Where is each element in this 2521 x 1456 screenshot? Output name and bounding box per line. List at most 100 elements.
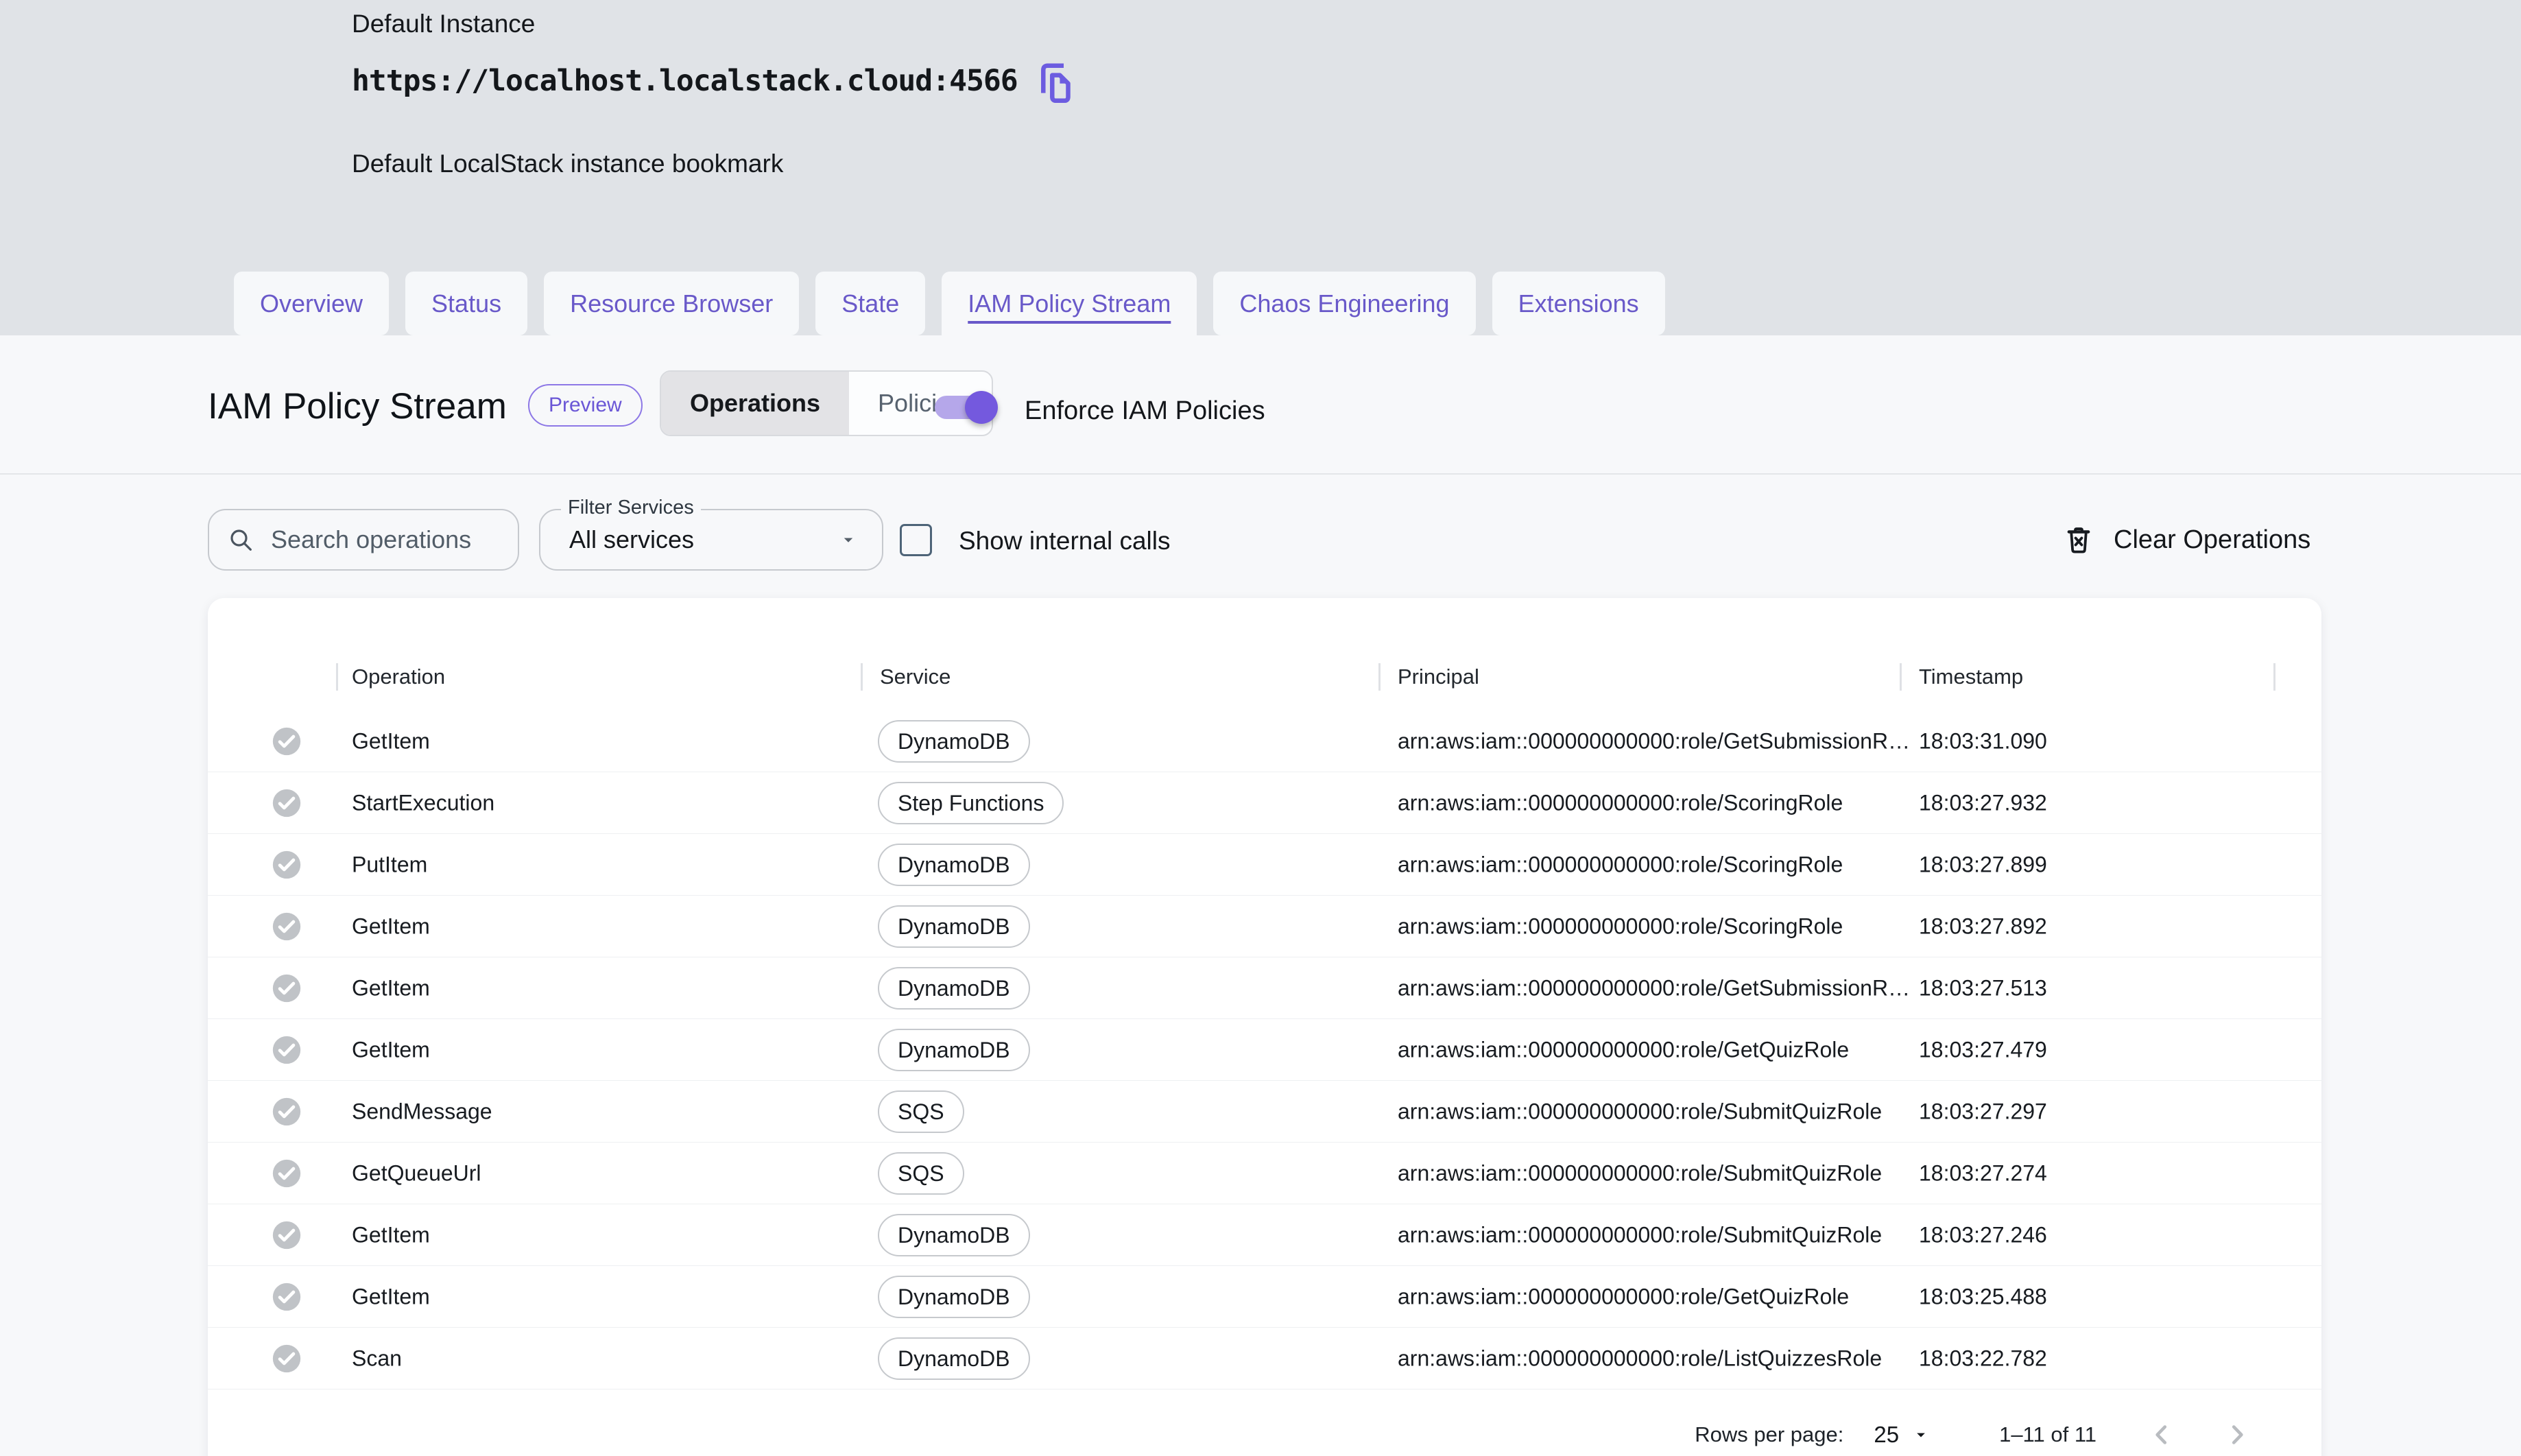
principal-cell: arn:aws:iam::000000000000:role/ScoringRo… bbox=[1398, 790, 1843, 815]
tab-iam-policy-stream[interactable]: IAM Policy Stream bbox=[942, 272, 1197, 335]
preview-badge: Preview bbox=[528, 384, 643, 427]
switch-thumb bbox=[965, 391, 998, 424]
operation-cell: StartExecution bbox=[352, 790, 495, 815]
table-row[interactable]: PutItem DynamoDB arn:aws:iam::0000000000… bbox=[208, 834, 2321, 896]
enforce-iam-switch[interactable] bbox=[935, 391, 998, 424]
service-chip: SQS bbox=[878, 1090, 964, 1133]
pagination-range: 1–11 of 11 bbox=[1999, 1422, 2096, 1446]
column-divider bbox=[2273, 663, 2275, 691]
operations-table-card: Operation Service Principal Timestamp Ge… bbox=[208, 598, 2321, 1456]
table-row[interactable]: GetItem DynamoDB arn:aws:iam::0000000000… bbox=[208, 1204, 2321, 1266]
tab-label: Extensions bbox=[1518, 289, 1639, 318]
previous-page-button[interactable] bbox=[2146, 1419, 2177, 1451]
table-row[interactable]: GetItem DynamoDB arn:aws:iam::0000000000… bbox=[208, 1266, 2321, 1328]
principal-cell: arn:aws:iam::000000000000:role/ScoringRo… bbox=[1398, 914, 1843, 938]
principal-cell: arn:aws:iam::000000000000:role/ListQuizz… bbox=[1398, 1346, 1883, 1370]
rows-per-page-select[interactable]: 25 bbox=[1874, 1422, 1931, 1448]
check-circle-icon bbox=[272, 974, 301, 1003]
service-chip: SQS bbox=[878, 1152, 964, 1195]
copy-url-button[interactable] bbox=[1037, 59, 1073, 104]
tab-label: Overview bbox=[260, 289, 363, 318]
localstack-app: Default Instance https://localhost.local… bbox=[0, 0, 2521, 1456]
service-chip: Step Functions bbox=[878, 782, 1064, 824]
instance-description: Default LocalStack instance bookmark bbox=[352, 150, 784, 178]
tab-resource-browser[interactable]: Resource Browser bbox=[544, 272, 800, 335]
service-filter-label: Filter Services bbox=[561, 497, 701, 519]
timestamp-cell: 18:03:27.479 bbox=[1919, 1037, 2047, 1062]
service-chip: DynamoDB bbox=[878, 844, 1030, 886]
page-title: IAM Policy Stream bbox=[208, 386, 507, 427]
tab-chaos-engineering[interactable]: Chaos Engineering bbox=[1213, 272, 1476, 335]
caret-down-icon bbox=[1917, 1433, 1925, 1437]
dropdown-arrow-icon bbox=[844, 538, 853, 542]
tab-label: IAM Policy Stream bbox=[968, 289, 1171, 318]
operation-cell: GetItem bbox=[352, 1284, 430, 1309]
service-filter-value: All services bbox=[569, 525, 695, 553]
table-row[interactable]: Scan DynamoDB arn:aws:iam::000000000000:… bbox=[208, 1328, 2321, 1389]
column-header-principal[interactable]: Principal bbox=[1398, 665, 1479, 689]
tab-label: Resource Browser bbox=[570, 289, 774, 318]
operation-cell: SendMessage bbox=[352, 1099, 492, 1123]
tab-status[interactable]: Status bbox=[405, 272, 528, 335]
timestamp-cell: 18:03:25.488 bbox=[1919, 1284, 2047, 1309]
check-circle-icon bbox=[272, 1282, 301, 1311]
service-chip: DynamoDB bbox=[878, 967, 1030, 1010]
operation-cell: PutItem bbox=[352, 852, 428, 876]
table-row[interactable]: GetItem DynamoDB arn:aws:iam::0000000000… bbox=[208, 711, 2321, 772]
show-internal-checkbox[interactable] bbox=[900, 524, 932, 556]
search-input[interactable] bbox=[271, 525, 500, 554]
timestamp-cell: 18:03:27.297 bbox=[1919, 1099, 2047, 1123]
principal-cell: arn:aws:iam::000000000000:role/SubmitQui… bbox=[1398, 1222, 1883, 1247]
timestamp-cell: 18:03:27.513 bbox=[1919, 975, 2047, 1000]
column-header-service[interactable]: Service bbox=[880, 665, 951, 689]
principal-cell: arn:aws:iam::000000000000:role/ScoringRo… bbox=[1398, 852, 1843, 876]
check-circle-icon bbox=[272, 912, 301, 941]
next-page-button[interactable] bbox=[2221, 1419, 2253, 1451]
rows-per-page-label: Rows per page: bbox=[1695, 1422, 1844, 1446]
operation-cell: GetQueueUrl bbox=[352, 1160, 481, 1185]
service-chip: DynamoDB bbox=[878, 1029, 1030, 1071]
table-row[interactable]: GetItem DynamoDB arn:aws:iam::0000000000… bbox=[208, 957, 2321, 1019]
column-header-timestamp[interactable]: Timestamp bbox=[1919, 665, 2023, 689]
table-row[interactable]: GetQueueUrl SQS arn:aws:iam::00000000000… bbox=[208, 1143, 2321, 1204]
clear-operations-button[interactable]: Clear Operations bbox=[2063, 516, 2310, 564]
instance-header: Default Instance https://localhost.local… bbox=[0, 0, 2521, 335]
column-divider bbox=[1900, 663, 1902, 691]
tab-label: Status bbox=[431, 289, 502, 318]
service-filter-select[interactable]: Filter Services All services bbox=[539, 497, 883, 571]
operations-toggle-button[interactable]: Operations bbox=[661, 372, 850, 435]
operation-cell: GetItem bbox=[352, 975, 430, 1000]
service-chip: DynamoDB bbox=[878, 1214, 1030, 1256]
chevron-right-icon bbox=[2232, 1425, 2243, 1444]
table-row[interactable]: StartExecution Step Functions arn:aws:ia… bbox=[208, 772, 2321, 834]
search-box bbox=[208, 509, 519, 571]
instance-url: https://localhost.localstack.cloud:4566 bbox=[352, 64, 1018, 98]
section-divider bbox=[0, 473, 2521, 475]
timestamp-cell: 18:03:27.892 bbox=[1919, 914, 2047, 938]
tab-label: Chaos Engineering bbox=[1239, 289, 1450, 318]
service-chip: DynamoDB bbox=[878, 1337, 1030, 1380]
check-circle-icon bbox=[272, 1344, 301, 1373]
instance-url-row: https://localhost.localstack.cloud:4566 bbox=[352, 59, 1073, 104]
tab-state[interactable]: State bbox=[815, 272, 926, 335]
timestamp-cell: 18:03:31.090 bbox=[1919, 728, 2047, 753]
check-circle-icon bbox=[272, 850, 301, 879]
tab-extensions[interactable]: Extensions bbox=[1492, 272, 1665, 335]
tab-overview[interactable]: Overview bbox=[234, 272, 390, 335]
clear-operations-label: Clear Operations bbox=[2114, 525, 2311, 554]
principal-cell: arn:aws:iam::000000000000:role/GetSubmis… bbox=[1398, 728, 1911, 753]
chevron-left-icon bbox=[2155, 1425, 2167, 1444]
table-row[interactable]: GetItem DynamoDB arn:aws:iam::0000000000… bbox=[208, 1019, 2321, 1081]
principal-cell: arn:aws:iam::000000000000:role/SubmitQui… bbox=[1398, 1099, 1883, 1123]
copy-icon bbox=[1040, 63, 1071, 104]
table-row[interactable]: SendMessage SQS arn:aws:iam::00000000000… bbox=[208, 1081, 2321, 1143]
service-chip: DynamoDB bbox=[878, 905, 1030, 948]
table-row[interactable]: GetItem DynamoDB arn:aws:iam::0000000000… bbox=[208, 896, 2321, 957]
principal-cell: arn:aws:iam::000000000000:role/SubmitQui… bbox=[1398, 1160, 1883, 1185]
pagination: Rows per page: 25 1–11 of 11 bbox=[1695, 1414, 2253, 1455]
column-header-operation[interactable]: Operation bbox=[352, 665, 445, 689]
tab-bar: Overview Status Resource Browser State I… bbox=[234, 272, 1665, 335]
check-circle-icon bbox=[272, 1036, 301, 1064]
principal-cell: arn:aws:iam::000000000000:role/GetQuizRo… bbox=[1398, 1284, 1850, 1309]
timestamp-cell: 18:03:27.899 bbox=[1919, 852, 2047, 876]
